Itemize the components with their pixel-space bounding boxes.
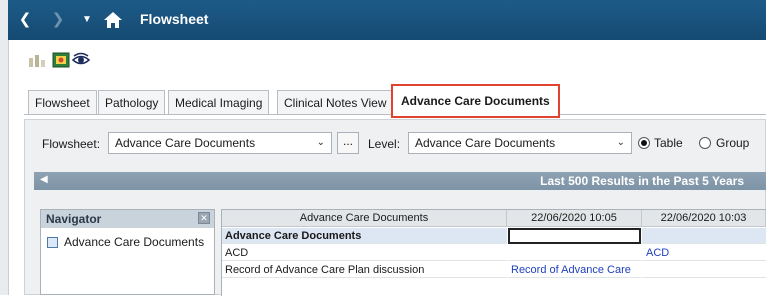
flowsheet-label: Flowsheet:: [42, 137, 101, 151]
image-icon[interactable]: [52, 52, 70, 68]
grid-cell-link[interactable]: ACD: [642, 245, 766, 261]
navigator-item-advance-care-documents[interactable]: Advance Care Documents: [64, 235, 204, 249]
back-icon[interactable]: ❮: [15, 10, 35, 30]
home-icon[interactable]: [102, 10, 124, 30]
grid-row-label: ACD: [222, 245, 507, 261]
flowsheet-select[interactable]: Advance Care Documents ⌄: [108, 132, 332, 154]
navigator-title: Navigator: [46, 212, 102, 226]
forward-icon[interactable]: ❯: [48, 10, 68, 30]
level-select-value: Advance Care Documents: [415, 136, 556, 150]
grid-cell[interactable]: [508, 228, 641, 244]
more-options-button[interactable]: ...: [337, 132, 359, 154]
group-radio-label[interactable]: Group: [716, 136, 749, 150]
grid-header-date-1[interactable]: 22/06/2020 10:05: [507, 210, 642, 227]
grid-header-name: Advance Care Documents: [222, 210, 507, 227]
grid-icon[interactable]: [28, 52, 46, 68]
grid-cell[interactable]: [508, 245, 641, 261]
close-icon[interactable]: ✕: [198, 212, 210, 224]
grid-row-label: Record of Advance Care Plan discussion: [222, 262, 507, 278]
checkbox-icon[interactable]: [47, 237, 58, 248]
chevron-down-icon: ⌄: [316, 137, 325, 148]
level-label: Level:: [368, 137, 401, 151]
tab-flowsheet[interactable]: Flowsheet: [28, 90, 97, 114]
grid-header-date-2[interactable]: 22/06/2020 10:03: [642, 210, 766, 227]
grid-cell[interactable]: [642, 228, 766, 244]
window-edge: [0, 0, 9, 295]
flowsheet-select-value: Advance Care Documents: [115, 136, 256, 150]
group-radio[interactable]: [699, 137, 711, 149]
table-radio-label[interactable]: Table: [654, 136, 683, 150]
grid-cell[interactable]: [642, 262, 766, 278]
level-select[interactable]: Advance Care Documents ⌄: [408, 132, 632, 154]
tab-medical-imaging[interactable]: Medical Imaging: [168, 90, 270, 114]
window-title: Flowsheet: [140, 11, 209, 27]
collapse-left-icon[interactable]: ◀: [40, 174, 48, 185]
tab-advance-care-documents[interactable]: Advance Care Documents: [391, 84, 560, 118]
tab-pathology[interactable]: Pathology: [98, 90, 166, 114]
results-summary: Last 500 Results in the Past 5 Years: [540, 174, 744, 188]
table-radio[interactable]: [638, 137, 650, 149]
history-dropdown-icon[interactable]: ▼: [80, 10, 94, 30]
tab-clinical-notes-view[interactable]: Clinical Notes View: [277, 90, 394, 114]
chevron-down-icon: ⌄: [616, 137, 625, 148]
eye-icon[interactable]: [72, 52, 90, 68]
grid-row-label: Advance Care Documents: [222, 228, 507, 244]
grid-cell-link[interactable]: Record of Advance Care: [508, 262, 641, 278]
